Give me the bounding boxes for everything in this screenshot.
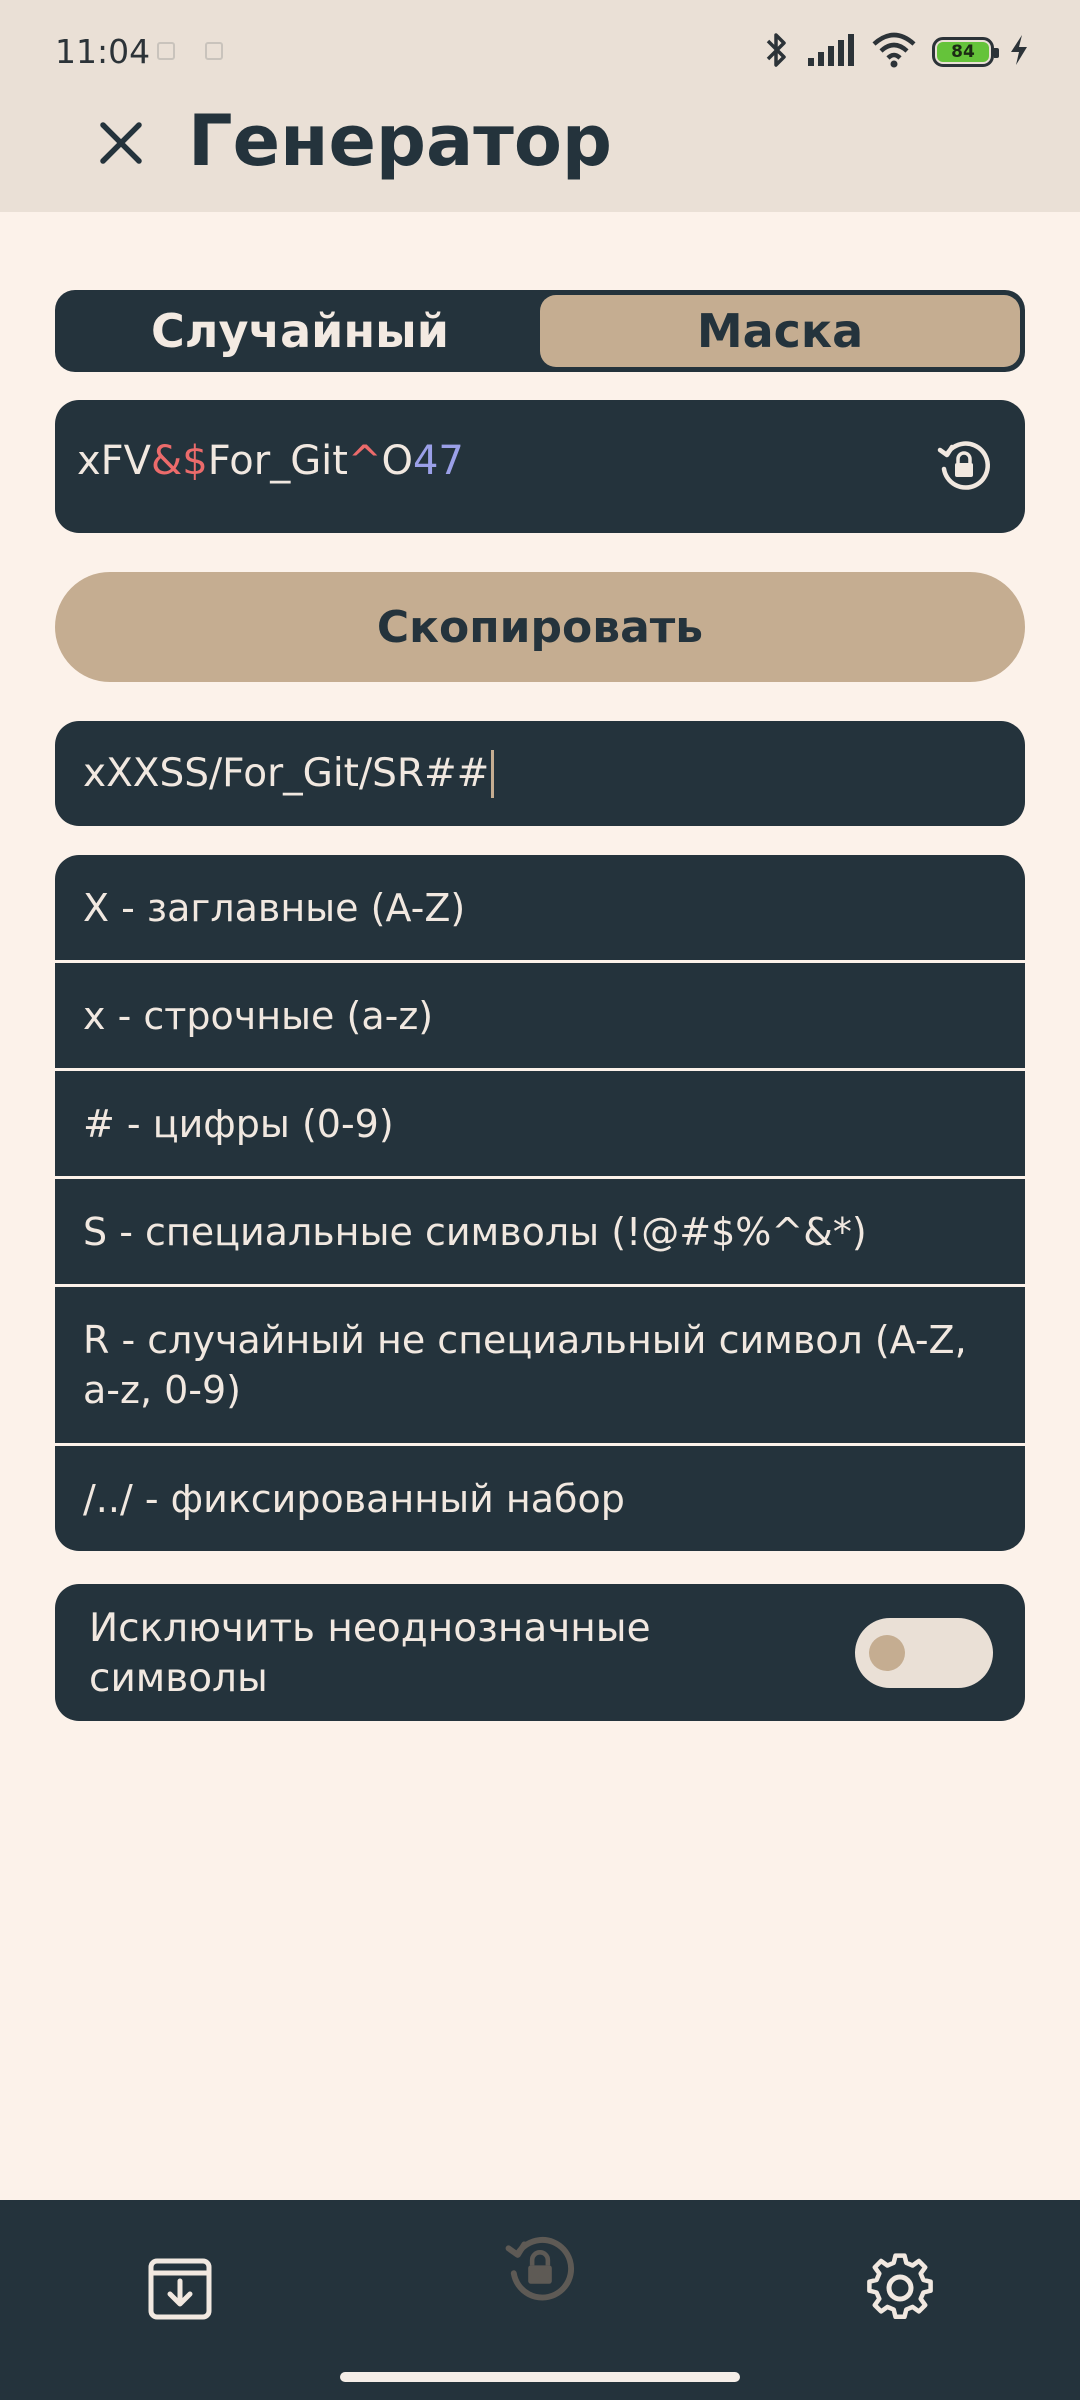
legend-item-uppercase[interactable]: X - заглавные (A-Z) <box>55 855 1025 960</box>
bluetooth-icon <box>762 30 792 74</box>
tab-random[interactable]: Случайный <box>60 295 540 367</box>
exclude-ambiguous-label: Исключить неоднозначные символы <box>89 1606 651 1701</box>
charging-icon <box>1008 33 1030 71</box>
tab-mask[interactable]: Маска <box>540 295 1020 367</box>
password-letters: xFV <box>77 438 152 484</box>
history-lock-icon <box>935 436 993 498</box>
legend-item-lowercase[interactable]: x - строчные (a-z) <box>55 963 1025 1068</box>
battery-level: 84 <box>937 42 989 62</box>
exclude-ambiguous-switch[interactable] <box>855 1618 993 1688</box>
home-indicator[interactable] <box>340 2372 740 2382</box>
copy-button[interactable]: Скопировать <box>55 572 1025 682</box>
password-fixed-set: For_Git <box>207 438 348 484</box>
close-icon <box>98 120 144 170</box>
password-letters: O <box>381 438 413 484</box>
generated-password-field: xFV&$For_Git^O47 <box>55 400 1025 533</box>
mask-input-value: xXXSS/For_Git/SR## <box>83 751 490 796</box>
password-special-chars: ^ <box>347 438 382 484</box>
legend-label: R - случайный не специальный символ (A-Z… <box>83 1318 967 1412</box>
legend-item-random[interactable]: R - случайный не специальный символ (A-Z… <box>55 1287 1025 1443</box>
nav-history-button[interactable] <box>490 2220 590 2320</box>
password-special-chars: &$ <box>151 438 208 484</box>
legend-label: # - цифры (0-9) <box>83 1101 394 1146</box>
notification-icon <box>205 42 223 60</box>
signal-icon <box>806 32 856 72</box>
mask-legend: X - заглавные (A-Z) x - строчные (a-z) #… <box>55 855 1025 1551</box>
password-digits: 47 <box>412 438 464 484</box>
switch-knob <box>869 1635 905 1671</box>
nav-saved-button[interactable] <box>130 2240 230 2340</box>
status-icons: 84 <box>762 28 1030 76</box>
archive-download-icon <box>145 2253 215 2327</box>
bottom-navigation <box>0 2200 1080 2400</box>
legend-item-fixed-set[interactable]: /../ - фиксированный набор <box>55 1446 1025 1551</box>
gear-icon <box>864 2252 936 2328</box>
legend-label: X - заглавные (A-Z) <box>83 885 466 930</box>
legend-item-digits[interactable]: # - цифры (0-9) <box>55 1071 1025 1176</box>
text-cursor <box>491 749 495 798</box>
regenerate-button[interactable] <box>933 436 995 498</box>
mask-input[interactable]: xXXSS/For_Git/SR## <box>55 721 1025 826</box>
legend-label: /../ - фиксированный набор <box>83 1476 625 1521</box>
close-button[interactable] <box>88 112 154 178</box>
legend-label: S - специальные символы (!@#$%^&*) <box>83 1209 867 1254</box>
wifi-icon <box>870 32 918 72</box>
notification-icon <box>157 42 175 60</box>
status-time: 11:04 <box>55 32 151 71</box>
history-lock-icon <box>502 2230 578 2310</box>
legend-label: x - строчные (a-z) <box>83 993 434 1038</box>
top-bar: 11:04 84 Генератор <box>0 0 1080 212</box>
nav-settings-button[interactable] <box>850 2240 950 2340</box>
battery-icon: 84 <box>932 37 999 67</box>
page-title: Генератор <box>188 100 613 182</box>
generated-password[interactable]: xFV&$For_Git^O47 <box>77 438 464 484</box>
exclude-ambiguous-row[interactable]: Исключить неоднозначные символы <box>55 1584 1025 1721</box>
legend-item-special[interactable]: S - специальные символы (!@#$%^&*) <box>55 1179 1025 1284</box>
mode-tabs: Случайный Маска <box>55 290 1025 372</box>
